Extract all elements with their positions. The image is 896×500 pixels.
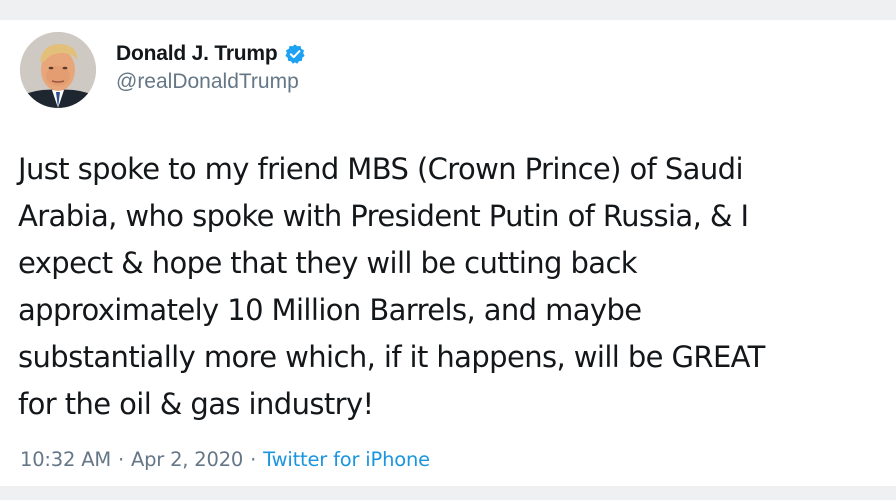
tweet-card: Donald J. Trump @realDonaldTrump Just sp… — [0, 20, 896, 486]
avatar[interactable] — [20, 32, 96, 108]
author-block: Donald J. Trump @realDonaldTrump — [116, 40, 306, 94]
tweet-metadata: 10:32 AM · Apr 2, 2020 · Twitter for iPh… — [20, 448, 430, 471]
tweet-text: Just spoke to my friend MBS (Crown Princ… — [18, 152, 765, 421]
verified-badge-icon — [284, 43, 306, 65]
tweet-source-link[interactable]: Twitter for iPhone — [263, 448, 430, 471]
separator-dot: · — [117, 448, 124, 471]
bottom-border — [0, 486, 896, 500]
top-border — [0, 0, 896, 20]
display-name[interactable]: Donald J. Trump — [116, 42, 278, 66]
tweet-date[interactable]: Apr 2, 2020 — [131, 448, 243, 471]
tweet-time[interactable]: 10:32 AM — [20, 448, 111, 471]
user-handle[interactable]: @realDonaldTrump — [116, 70, 306, 94]
name-row: Donald J. Trump — [116, 40, 306, 68]
avatar-image — [20, 32, 96, 108]
separator-dot: · — [250, 448, 257, 471]
